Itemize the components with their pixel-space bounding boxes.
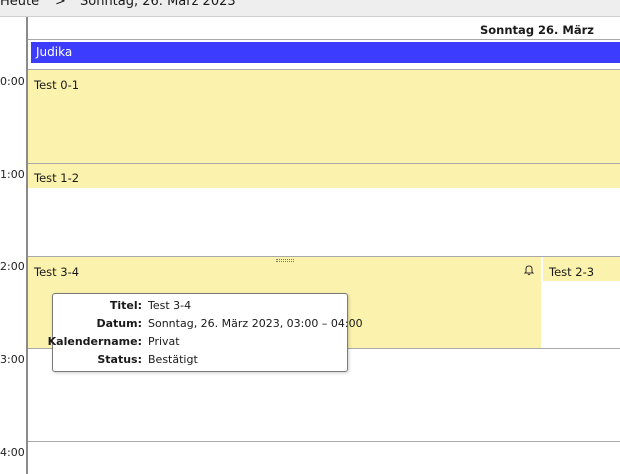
- tooltip-value: Test 3-4: [148, 299, 192, 312]
- allday-event-judika[interactable]: Judika: [31, 42, 620, 63]
- event-tooltip: Titel: Test 3-4 Datum: Sonntag, 26. März…: [48, 293, 363, 372]
- tooltip-row-calendar: Kalendername: Privat: [48, 335, 345, 353]
- event-test-0-1[interactable]: Test 0-1: [28, 70, 620, 163]
- hour-label-0: 0:00: [0, 75, 25, 88]
- toolbar: Heute > Sonntag, 26. März 2023: [0, 0, 620, 17]
- tooltip-row-status: Status: Bestätigt: [53, 353, 345, 371]
- tooltip-label: Datum:: [96, 317, 142, 330]
- hour-label-1: 1:00: [0, 168, 25, 181]
- day-header-label: Sonntag 26. März: [480, 23, 594, 37]
- tooltip-value: Sonntag, 26. März 2023, 03:00 – 04:00: [148, 317, 363, 330]
- today-button[interactable]: Heute: [0, 0, 39, 9]
- tooltip-row-title: Titel: Test 3-4: [53, 299, 345, 317]
- event-title: Test 2-3: [549, 265, 595, 279]
- tooltip-label: Status:: [97, 353, 142, 366]
- chevron-right-icon[interactable]: >: [55, 0, 66, 9]
- event-test-1-2[interactable]: Test 1-2: [28, 164, 620, 188]
- hour-label-4: 4:00: [0, 446, 25, 459]
- current-date-label: Sonntag, 26. März 2023: [80, 0, 236, 9]
- hour-line-4: [28, 441, 620, 442]
- event-title: Test 1-2: [34, 171, 80, 185]
- event-title: Test 3-4: [34, 265, 80, 279]
- header-separator: [28, 39, 620, 40]
- tooltip-row-date: Datum: Sonntag, 26. März 2023, 03:00 – 0…: [53, 317, 362, 335]
- tooltip-label: Titel:: [109, 299, 142, 312]
- event-title: Test 0-1: [34, 78, 80, 92]
- day-header[interactable]: Sonntag 26. März: [28, 17, 620, 39]
- tooltip-value: Bestätigt: [148, 353, 198, 366]
- hour-label-2: 2:00: [0, 260, 25, 273]
- bell-icon[interactable]: [523, 264, 535, 276]
- hour-label-3: 3:00: [0, 353, 25, 366]
- tooltip-label: Kalendername:: [47, 335, 142, 348]
- event-test-2-3[interactable]: Test 2-3: [543, 257, 620, 281]
- tooltip-value: Privat: [148, 335, 180, 348]
- resize-handle[interactable]: [276, 259, 294, 262]
